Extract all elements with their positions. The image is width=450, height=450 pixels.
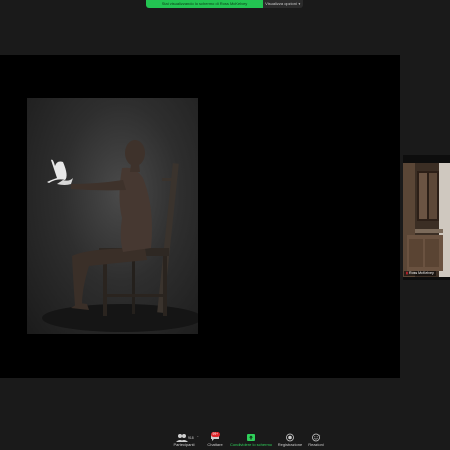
people-icon: 918 — [170, 433, 198, 442]
photo-artwork — [42, 140, 198, 332]
record-label: Registrazione — [277, 442, 303, 447]
chevron-down-icon: ▼ — [297, 2, 301, 6]
record-button[interactable]: Registrazione — [276, 433, 304, 447]
microphone-muted-icon: ▮ — [406, 271, 408, 275]
chat-label: Chattare — [207, 442, 223, 447]
svg-text:+: + — [319, 433, 321, 437]
participants-count: 918 — [188, 436, 194, 440]
record-icon — [276, 433, 304, 442]
reactions-button[interactable]: + Reazioni — [305, 433, 327, 447]
shared-photo — [27, 98, 198, 334]
meeting-toolbar: 918 Partecipanti ^ 99+ Chattare Condivid… — [0, 432, 450, 450]
chat-button[interactable]: 99+ Chattare — [203, 432, 227, 447]
participant-video-feed: ▮Ross McKelvey — [403, 163, 450, 277]
shared-screen — [0, 55, 400, 378]
reactions-label: Reazioni — [308, 442, 324, 447]
view-options-button[interactable]: Visualizza opzioni▼ — [263, 0, 303, 8]
view-options-label: Visualizza opzioni — [265, 1, 297, 6]
chat-badge: 99+ — [211, 432, 220, 437]
participants-button[interactable]: 918 Partecipanti — [170, 433, 198, 447]
room-background — [403, 163, 450, 277]
sharing-status-text: Stai visualizzando lo schermo di Ross Mc… — [161, 1, 248, 6]
reactions-icon: + — [305, 433, 327, 442]
participants-chevron-icon[interactable]: ^ — [197, 435, 198, 439]
share-screen-button[interactable]: Condividere lo schermo — [229, 433, 273, 447]
participant-name-tag: ▮Ross McKelvey — [404, 271, 436, 276]
participant-name: Ross McKelvey — [408, 271, 434, 275]
share-screen-icon — [229, 433, 273, 442]
participant-video-tile[interactable]: ▮Ross McKelvey — [403, 155, 450, 280]
share-screen-label: Condividere lo schermo — [229, 442, 273, 447]
sharing-status-banner: Stai visualizzando lo schermo di Ross Mc… — [146, 0, 263, 8]
participants-label: Partecipanti — [173, 442, 195, 447]
